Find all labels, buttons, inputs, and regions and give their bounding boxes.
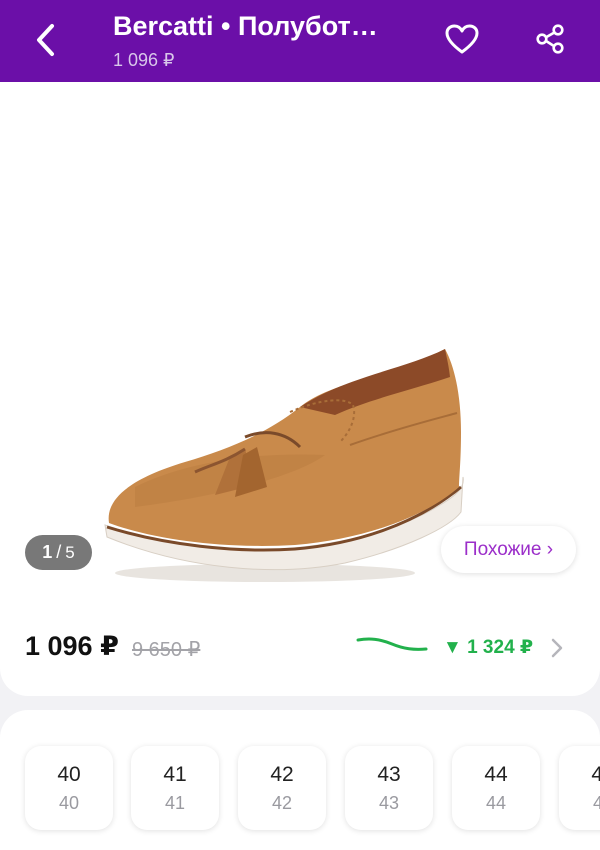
image-counter: 1 / 5 — [25, 535, 92, 570]
product-card: 1 / 5 Похожие › 1 096 ₽ 9 650 ₽ ▼ 1 324 … — [0, 82, 600, 696]
size-chip[interactable]: 40 40 — [25, 746, 113, 830]
top-app-bar: Bercatti • Полубот… 1 096 ₽ — [0, 0, 600, 82]
chevron-right-icon[interactable] — [550, 638, 564, 658]
size-chip[interactable]: 42 42 — [238, 746, 326, 830]
price-drop[interactable]: ▼ 1 324 ₽ — [443, 636, 533, 659]
size-label: 43 — [377, 763, 401, 786]
product-gallery[interactable]: 1 / 5 Похожие › — [0, 82, 600, 602]
size-ru-label: 41 — [164, 793, 186, 813]
heart-outline-icon — [445, 24, 479, 54]
similar-button[interactable]: Похожие › — [441, 526, 576, 573]
size-chip[interactable]: 45 45 — [559, 746, 600, 830]
size-chip[interactable]: 43 43 — [345, 746, 433, 830]
size-ru-label: 45 — [592, 793, 600, 813]
size-label: 40 — [57, 763, 81, 786]
size-ru-label: 44 — [485, 793, 507, 813]
current-price: 1 096 ₽ — [25, 631, 119, 661]
size-ru-label: 42 — [271, 793, 293, 813]
size-label: 45 — [591, 763, 600, 786]
price-trend-sparkline[interactable] — [356, 635, 428, 655]
chevron-left-icon — [37, 24, 54, 56]
size-label: 41 — [163, 763, 187, 786]
size-selector: 40 40 41 41 42 42 43 43 44 44 45 45 — [0, 710, 600, 850]
header-price: 1 096 ₽ — [113, 50, 175, 70]
size-chip[interactable]: 44 44 — [452, 746, 540, 830]
share-icon — [536, 24, 564, 54]
back-button[interactable] — [28, 20, 62, 60]
size-label: 42 — [270, 763, 294, 786]
size-ru-label: 43 — [378, 793, 400, 813]
image-counter-current: 1 — [42, 542, 53, 562]
size-chip[interactable]: 41 41 — [131, 746, 219, 830]
image-counter-total: 5 — [65, 542, 75, 562]
size-ru-label: 40 — [58, 793, 80, 813]
favorite-button[interactable] — [443, 20, 481, 58]
share-button[interactable] — [531, 20, 569, 58]
image-counter-separator: / — [56, 542, 62, 562]
product-image — [104, 349, 464, 582]
size-label: 44 — [484, 763, 508, 786]
old-price: 9 650 ₽ — [132, 639, 201, 661]
page-title: Bercatti • Полубот… — [113, 11, 378, 41]
